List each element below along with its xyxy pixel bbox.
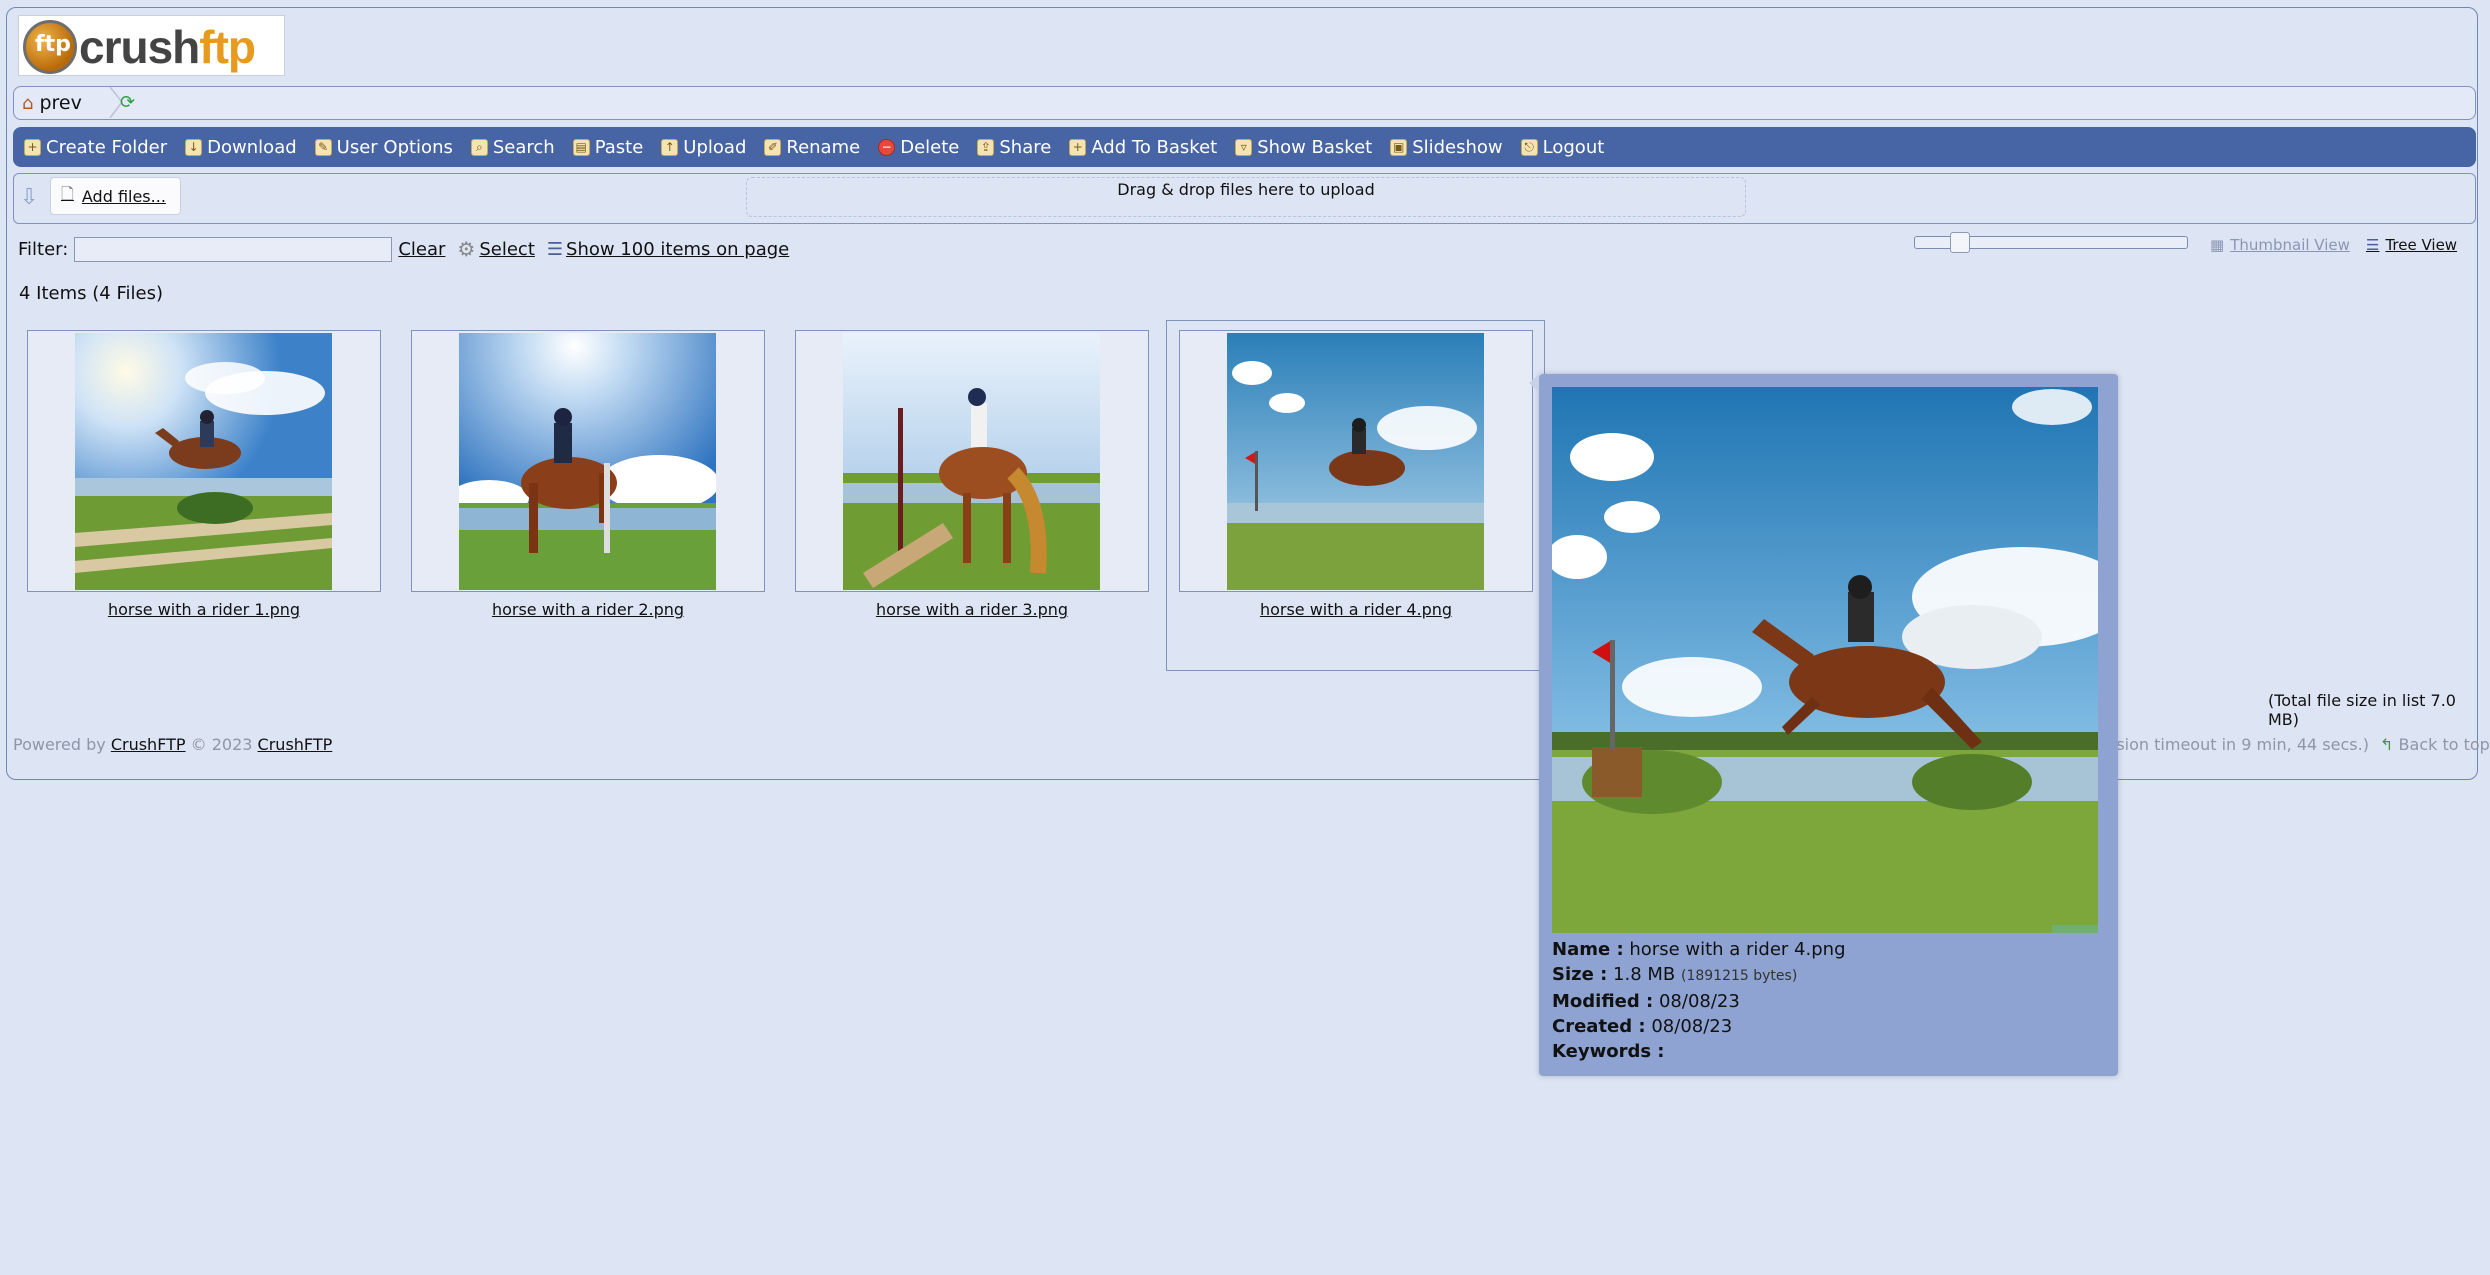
thumbnail-image[interactable] bbox=[75, 333, 332, 590]
download-icon: ↓ bbox=[185, 138, 203, 156]
crushftp-link-2[interactable]: CrushFTP bbox=[258, 735, 333, 754]
upload-bar: ⇩ 🗋 Add files... Drag & drop files here … bbox=[13, 173, 2476, 224]
search-icon: ⌕ bbox=[470, 138, 488, 156]
logo-wordmark: crushftp bbox=[79, 21, 256, 73]
thumbnail-view-link[interactable]: ▦ Thumbnail View bbox=[2210, 236, 2350, 254]
user-options-button[interactable]: ✎ User Options bbox=[314, 137, 453, 158]
add-to-basket-button[interactable]: + Add To Basket bbox=[1069, 137, 1217, 158]
crushftp-logo: ftp crushftp bbox=[18, 15, 285, 76]
info-name: Name : horse with a rider 4.png bbox=[1552, 939, 1846, 960]
folder-add-icon: + bbox=[24, 138, 41, 156]
show-basket-button[interactable]: ▿ Show Basket bbox=[1235, 137, 1372, 158]
share-button[interactable]: ⇪ Share bbox=[977, 137, 1051, 158]
slideshow-icon: ▣ bbox=[1390, 138, 1408, 156]
rename-icon: ✐ bbox=[764, 138, 782, 156]
preview-image bbox=[1552, 387, 2098, 933]
paste-button[interactable]: ▤ Paste bbox=[572, 137, 643, 158]
select-link[interactable]: Select bbox=[479, 239, 535, 260]
total-file-size: (Total file size in list 7.0 MB) bbox=[2268, 691, 2456, 729]
thumbnail-view-icon: ▦ bbox=[2210, 236, 2225, 254]
filter-input[interactable] bbox=[74, 236, 393, 262]
logout-icon: ⎋ bbox=[1520, 138, 1538, 156]
basket-icon: ▿ bbox=[1235, 138, 1253, 156]
breadcrumb-home[interactable]: ⌂ prev bbox=[22, 92, 82, 114]
search-button[interactable]: ⌕ Search bbox=[470, 137, 555, 158]
home-icon: ⌂ bbox=[22, 92, 34, 114]
file-icon: 🗋 bbox=[61, 183, 74, 203]
share-icon: ⇪ bbox=[977, 138, 995, 156]
info-keywords: Keywords : bbox=[1552, 1041, 1665, 1062]
slider-thumb[interactable] bbox=[1950, 232, 1970, 253]
delete-button[interactable]: − Delete bbox=[878, 137, 959, 158]
file-name-link[interactable]: horse with a rider 3.png bbox=[795, 600, 1149, 619]
thumbnail-image[interactable] bbox=[459, 333, 716, 590]
toolbar: + Create Folder ↓ Download ✎ User Options ⌕ Sea… bbox=[13, 127, 2476, 167]
file-info: Name : horse with a rider 4.png Size : 1… bbox=[1552, 937, 1846, 1064]
session-timeout: ssion timeout in 9 min, 44 secs.) bbox=[2108, 735, 2369, 754]
clear-link[interactable]: Clear bbox=[398, 239, 445, 260]
create-folder-button[interactable]: + Create Folder bbox=[24, 137, 167, 158]
file-preview-popup: Name : horse with a rider 4.png Size : 1… bbox=[1529, 374, 2118, 1076]
paste-icon: ▤ bbox=[572, 138, 590, 156]
file-name-link[interactable]: horse with a rider 4.png bbox=[1179, 600, 1533, 619]
list-icon: ☰ bbox=[546, 238, 564, 260]
back-to-top-link[interactable]: ↰ Back to top bbox=[2380, 735, 2490, 754]
popup-pointer bbox=[1529, 374, 1539, 392]
collapse-arrow-icon[interactable]: ⇩ bbox=[20, 185, 44, 210]
slideshow-button[interactable]: ▣ Slideshow bbox=[1390, 137, 1503, 158]
delete-icon: − bbox=[878, 138, 896, 156]
tree-view-icon: ☰ bbox=[2366, 236, 2380, 254]
download-button[interactable]: ↓ Download bbox=[185, 137, 297, 158]
tree-view-link[interactable]: ☰ Tree View bbox=[2366, 236, 2457, 254]
back-arrow-icon: ↰ bbox=[2380, 735, 2394, 754]
upload-button[interactable]: ↑ Upload bbox=[661, 137, 746, 158]
logout-button[interactable]: ⎋ Logout bbox=[1520, 137, 1604, 158]
filter-label: Filter: bbox=[18, 238, 69, 260]
item-count: 4 Items (4 Files) bbox=[19, 283, 163, 304]
info-created: Created : 08/08/23 bbox=[1552, 1016, 1733, 1037]
breadcrumb-label: prev bbox=[39, 92, 82, 114]
info-modified: Modified : 08/08/23 bbox=[1552, 991, 1740, 1012]
filter-row: Filter: Clear ⚙ Select ☰ Show 100 items … bbox=[18, 235, 801, 263]
show-items-link[interactable]: Show 100 items on page bbox=[566, 239, 789, 260]
refresh-icon[interactable]: ⟳ bbox=[120, 92, 135, 113]
basket-add-icon: + bbox=[1069, 138, 1087, 156]
footer-session: ssion timeout in 9 min, 44 secs.) ↰ Back… bbox=[2108, 735, 2490, 754]
thumbnail-image[interactable] bbox=[843, 333, 1100, 590]
user-options-icon: ✎ bbox=[314, 138, 332, 156]
footer-powered-by: Powered by CrushFTP © 2023 CrushFTP bbox=[13, 735, 333, 754]
rename-button[interactable]: ✐ Rename bbox=[764, 137, 860, 158]
gear-icon: ⚙ bbox=[457, 237, 476, 261]
logo-badge-icon: ftp bbox=[23, 20, 77, 74]
add-files-button[interactable]: 🗋 Add files... bbox=[50, 177, 181, 215]
file-name-link[interactable]: horse with a rider 2.png bbox=[411, 600, 765, 619]
crushftp-link[interactable]: CrushFTP bbox=[111, 735, 186, 754]
breadcrumb: ⌂ prev ⟳ bbox=[13, 86, 2476, 120]
thumbnail-image[interactable] bbox=[1227, 333, 1484, 590]
upload-icon: ↑ bbox=[661, 138, 679, 156]
drop-zone[interactable]: Drag & drop files here to upload bbox=[746, 177, 1746, 217]
file-name-link[interactable]: horse with a rider 1.png bbox=[27, 600, 381, 619]
info-size: Size : 1.8 MB (1891215 bytes) bbox=[1552, 964, 1798, 985]
